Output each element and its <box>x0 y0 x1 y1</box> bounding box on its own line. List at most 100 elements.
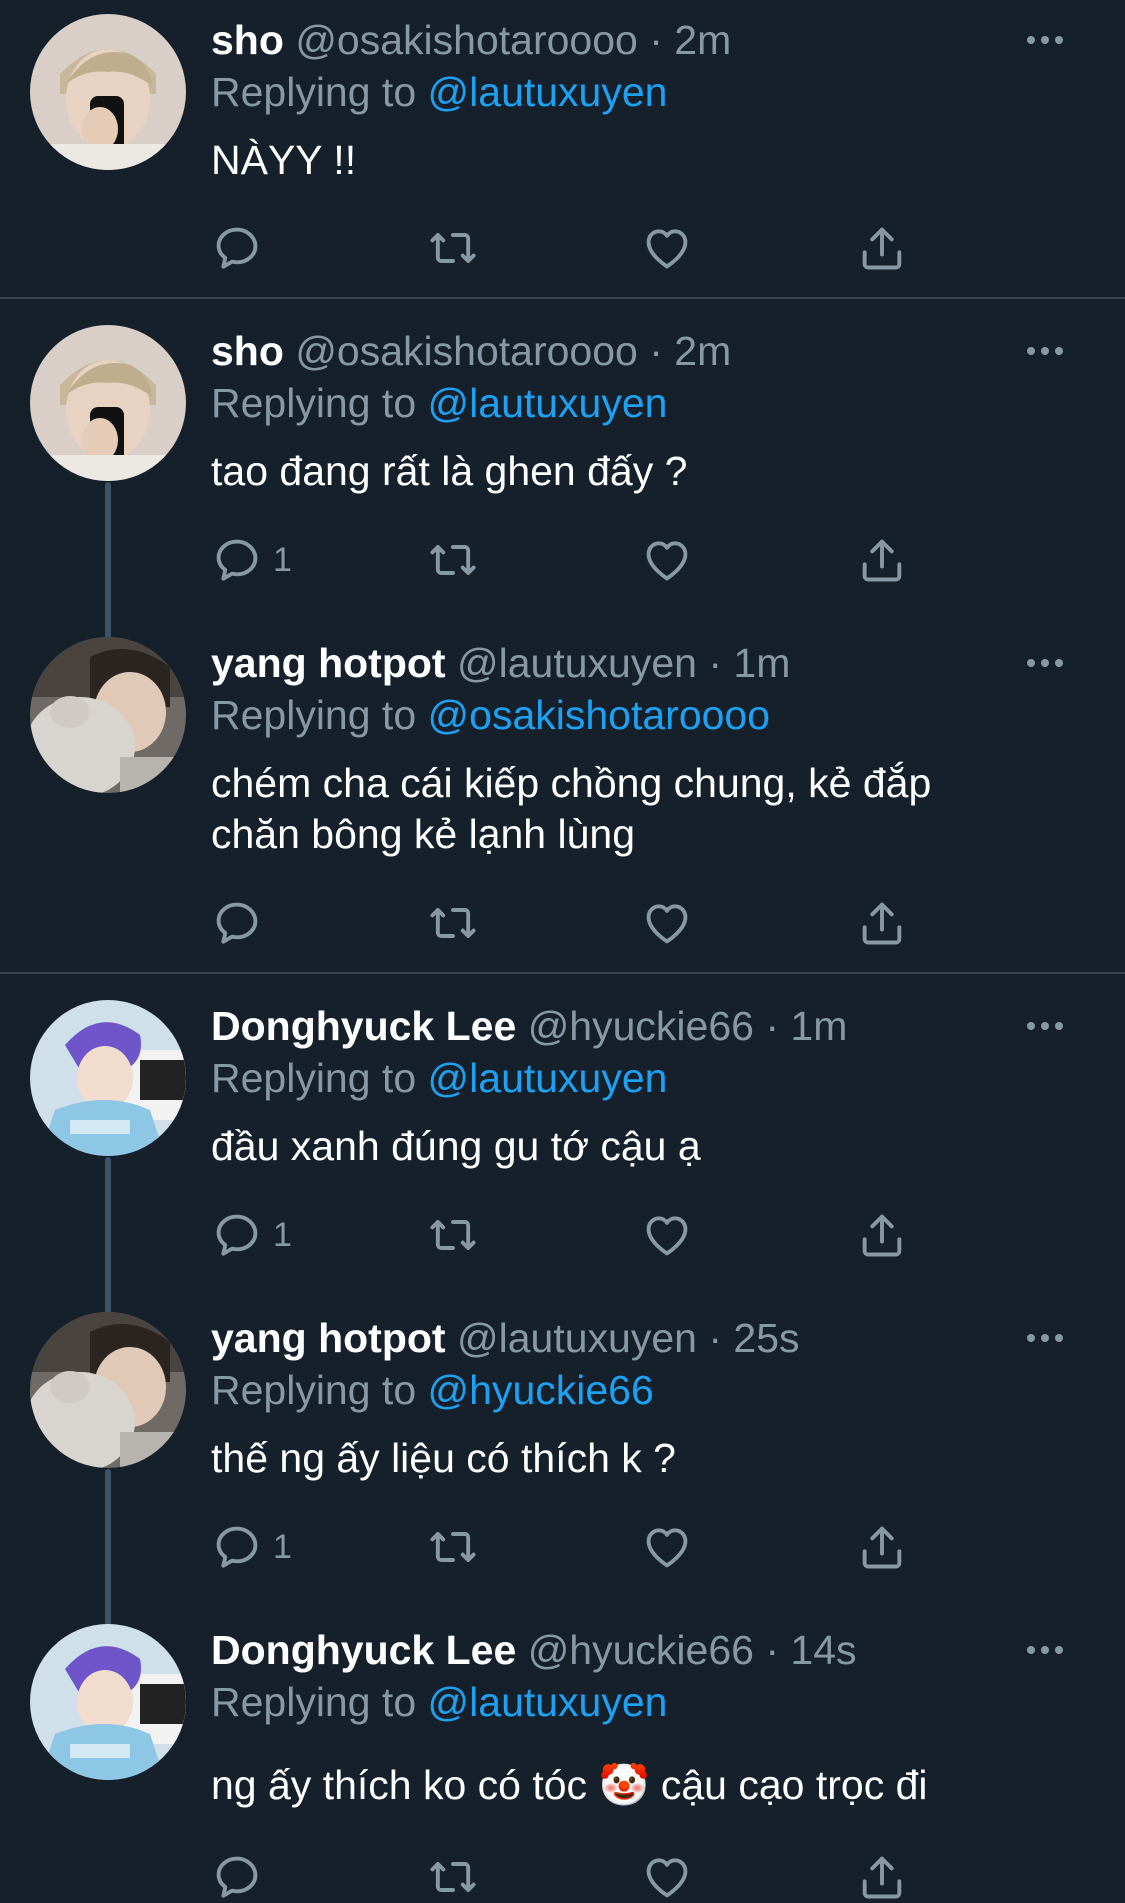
thread-connector <box>105 482 111 640</box>
heart-icon <box>641 222 693 274</box>
display-name[interactable]: Donghyuck Lee <box>211 1627 516 1673</box>
reply-button[interactable]: 1 <box>211 534 292 586</box>
timestamp[interactable]: 2m <box>674 328 731 374</box>
display-name[interactable]: sho <box>211 17 284 63</box>
user-handle[interactable]: @hyuckie66 <box>528 1003 754 1049</box>
reply-count: 1 <box>273 1527 292 1566</box>
mention-link[interactable]: @lautuxuyen <box>428 1679 668 1725</box>
timestamp[interactable]: 25s <box>733 1315 799 1361</box>
retweet-button[interactable] <box>427 1209 479 1261</box>
retweet-icon <box>427 222 479 274</box>
more-options-icon[interactable] <box>1025 30 1065 50</box>
like-button[interactable] <box>641 1521 693 1573</box>
display-name[interactable]: yang hotpot <box>211 1315 446 1361</box>
timestamp[interactable]: 1m <box>790 1003 847 1049</box>
replying-to-label: Replying to <box>211 1679 417 1725</box>
like-button[interactable] <box>641 534 693 586</box>
share-button[interactable] <box>856 1209 908 1261</box>
like-button[interactable] <box>641 222 693 274</box>
share-icon <box>856 534 908 586</box>
reply-button[interactable] <box>211 222 273 274</box>
reply-count: 1 <box>273 540 292 579</box>
avatar[interactable] <box>30 1000 186 1156</box>
tweet-text: NÀYY !! <box>211 137 357 183</box>
heart-icon <box>641 1209 693 1261</box>
tweet-text: ng ấy thích ko có tóc 🤡 cậu cạo trọc đi <box>211 1762 928 1808</box>
retweet-icon <box>427 897 479 949</box>
reply-button[interactable]: 1 <box>211 1209 292 1261</box>
display-name[interactable]: Donghyuck Lee <box>211 1003 516 1049</box>
timestamp[interactable]: 2m <box>674 17 731 63</box>
more-options-icon[interactable] <box>1025 1016 1065 1036</box>
replying-to: Replying to @lautuxuyen <box>211 1677 667 1727</box>
reply-icon <box>211 897 263 949</box>
reply-icon <box>211 1209 263 1261</box>
tweet-text: chém cha cái kiếp chồng chung, kẻ đắp ch… <box>211 760 932 857</box>
share-button[interactable] <box>856 897 908 949</box>
retweet-button[interactable] <box>427 1851 479 1903</box>
heart-icon <box>641 1521 693 1573</box>
replying-to: Replying to @lautuxuyen <box>211 67 667 117</box>
mention-link[interactable]: @lautuxuyen <box>428 1055 668 1101</box>
mention-link[interactable]: @hyuckie66 <box>428 1367 654 1413</box>
retweet-button[interactable] <box>427 534 479 586</box>
user-handle[interactable]: @hyuckie66 <box>528 1627 754 1673</box>
more-options-icon[interactable] <box>1025 653 1065 673</box>
retweet-icon <box>427 1851 479 1903</box>
share-button[interactable] <box>856 1851 908 1903</box>
divider <box>0 972 1125 974</box>
like-button[interactable] <box>641 1209 693 1261</box>
mention-link[interactable]: @osakishotaroooo <box>428 692 771 738</box>
replying-to-label: Replying to <box>211 1055 417 1101</box>
heart-icon <box>641 1851 693 1903</box>
avatar[interactable] <box>30 325 186 481</box>
avatar[interactable] <box>30 637 186 793</box>
replying-to-label: Replying to <box>211 69 417 115</box>
like-button[interactable] <box>641 1851 693 1903</box>
reply-button[interactable] <box>211 897 273 949</box>
reply-button[interactable] <box>211 1851 273 1903</box>
replying-to-label: Replying to <box>211 380 417 426</box>
mention-link[interactable]: @lautuxuyen <box>428 380 668 426</box>
avatar[interactable] <box>30 14 186 170</box>
retweet-button[interactable] <box>427 897 479 949</box>
mention-link[interactable]: @lautuxuyen <box>428 69 668 115</box>
divider <box>0 297 1125 299</box>
user-handle[interactable]: @lautuxuyen <box>457 1315 697 1361</box>
tweet-text: thế ng ấy liệu có thích k ? <box>211 1435 676 1481</box>
separator: · <box>708 1315 722 1361</box>
retweet-button[interactable] <box>427 1521 479 1573</box>
reply-icon <box>211 1851 263 1903</box>
more-options-icon[interactable] <box>1025 1640 1065 1660</box>
reply-button[interactable]: 1 <box>211 1521 292 1573</box>
share-button[interactable] <box>856 534 908 586</box>
avatar[interactable] <box>30 1624 186 1780</box>
timestamp[interactable]: 14s <box>790 1627 856 1673</box>
retweet-button[interactable] <box>427 222 479 274</box>
tweet-header: Donghyuck Lee @hyuckie66 · 1m <box>211 1001 847 1051</box>
tweet-text: đầu xanh đúng gu tớ cậu ạ <box>211 1123 701 1169</box>
thread-connector <box>105 1469 111 1627</box>
user-handle[interactable]: @lautuxuyen <box>457 640 697 686</box>
replying-to-label: Replying to <box>211 1367 417 1413</box>
more-options-icon[interactable] <box>1025 1328 1065 1348</box>
replying-to: Replying to @lautuxuyen <box>211 1053 667 1103</box>
like-button[interactable] <box>641 897 693 949</box>
share-icon <box>856 897 908 949</box>
replying-to: Replying to @hyuckie66 <box>211 1365 654 1415</box>
more-options-icon[interactable] <box>1025 341 1065 361</box>
reply-count: 1 <box>273 1215 292 1254</box>
user-handle[interactable]: @osakishotaroooo <box>295 17 638 63</box>
reply-icon <box>211 534 263 586</box>
share-icon <box>856 1521 908 1573</box>
share-button[interactable] <box>856 222 908 274</box>
display-name[interactable]: sho <box>211 328 284 374</box>
display-name[interactable]: yang hotpot <box>211 640 446 686</box>
user-handle[interactable]: @osakishotaroooo <box>295 328 638 374</box>
timestamp[interactable]: 1m <box>733 640 790 686</box>
separator: · <box>708 640 722 686</box>
retweet-icon <box>427 1521 479 1573</box>
avatar[interactable] <box>30 1312 186 1468</box>
share-button[interactable] <box>856 1521 908 1573</box>
retweet-icon <box>427 1209 479 1261</box>
